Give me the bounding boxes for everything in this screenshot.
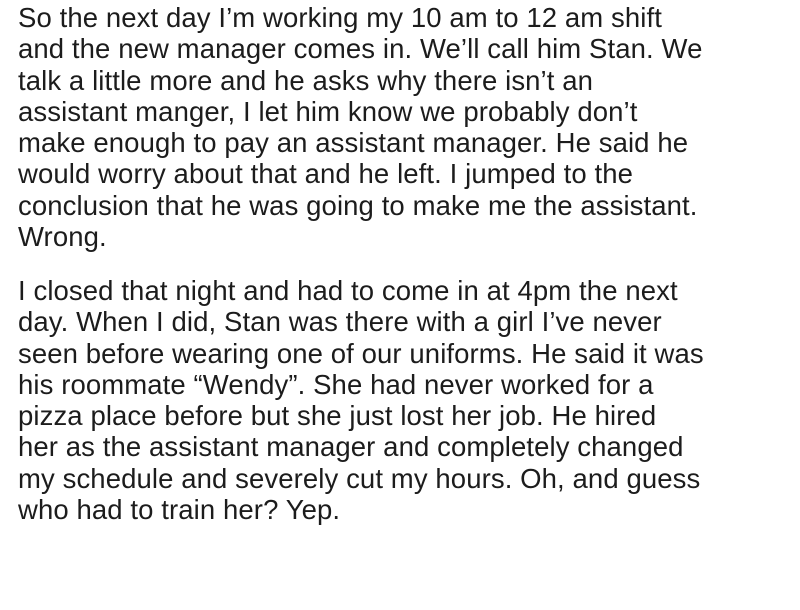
text-line: pizza place before but she just lost her…	[18, 400, 657, 431]
paragraph-1: So the next day I’m working my 10 am to …	[18, 2, 790, 252]
text-line: talk a little more and he asks why there…	[18, 64, 594, 96]
text-line: assistant manger, I let him know we prob…	[18, 95, 638, 127]
text-line: make enough to pay an assistant manager.…	[18, 127, 689, 158]
paragraph-2: I closed that night and had to come in a…	[18, 275, 790, 525]
text-line: conclusion that he was going to make me …	[18, 189, 698, 221]
text-line: Wrong.	[18, 220, 107, 252]
story-text: So the next day I’m working my 10 am to …	[18, 2, 790, 525]
text-line: his roommate “Wendy”. She had never work…	[18, 368, 654, 400]
text-line: day. When I did, Stan was there with a g…	[18, 306, 662, 338]
text-line: So the next day I’m working my 10 am to …	[18, 2, 662, 33]
text-line: seen before wearing one of our uniforms.…	[18, 337, 704, 369]
text-line: would worry about that and he left. I ju…	[18, 158, 634, 190]
text-line: my schedule and severely cut my hours. O…	[18, 462, 701, 494]
text-line: her as the assistant manager and complet…	[18, 431, 684, 463]
text-line: who had to train her? Yep.	[18, 493, 341, 525]
text-line: I closed that night and had to come in a…	[18, 275, 678, 306]
text-line: and the new manager comes in. We’ll call…	[18, 33, 703, 65]
